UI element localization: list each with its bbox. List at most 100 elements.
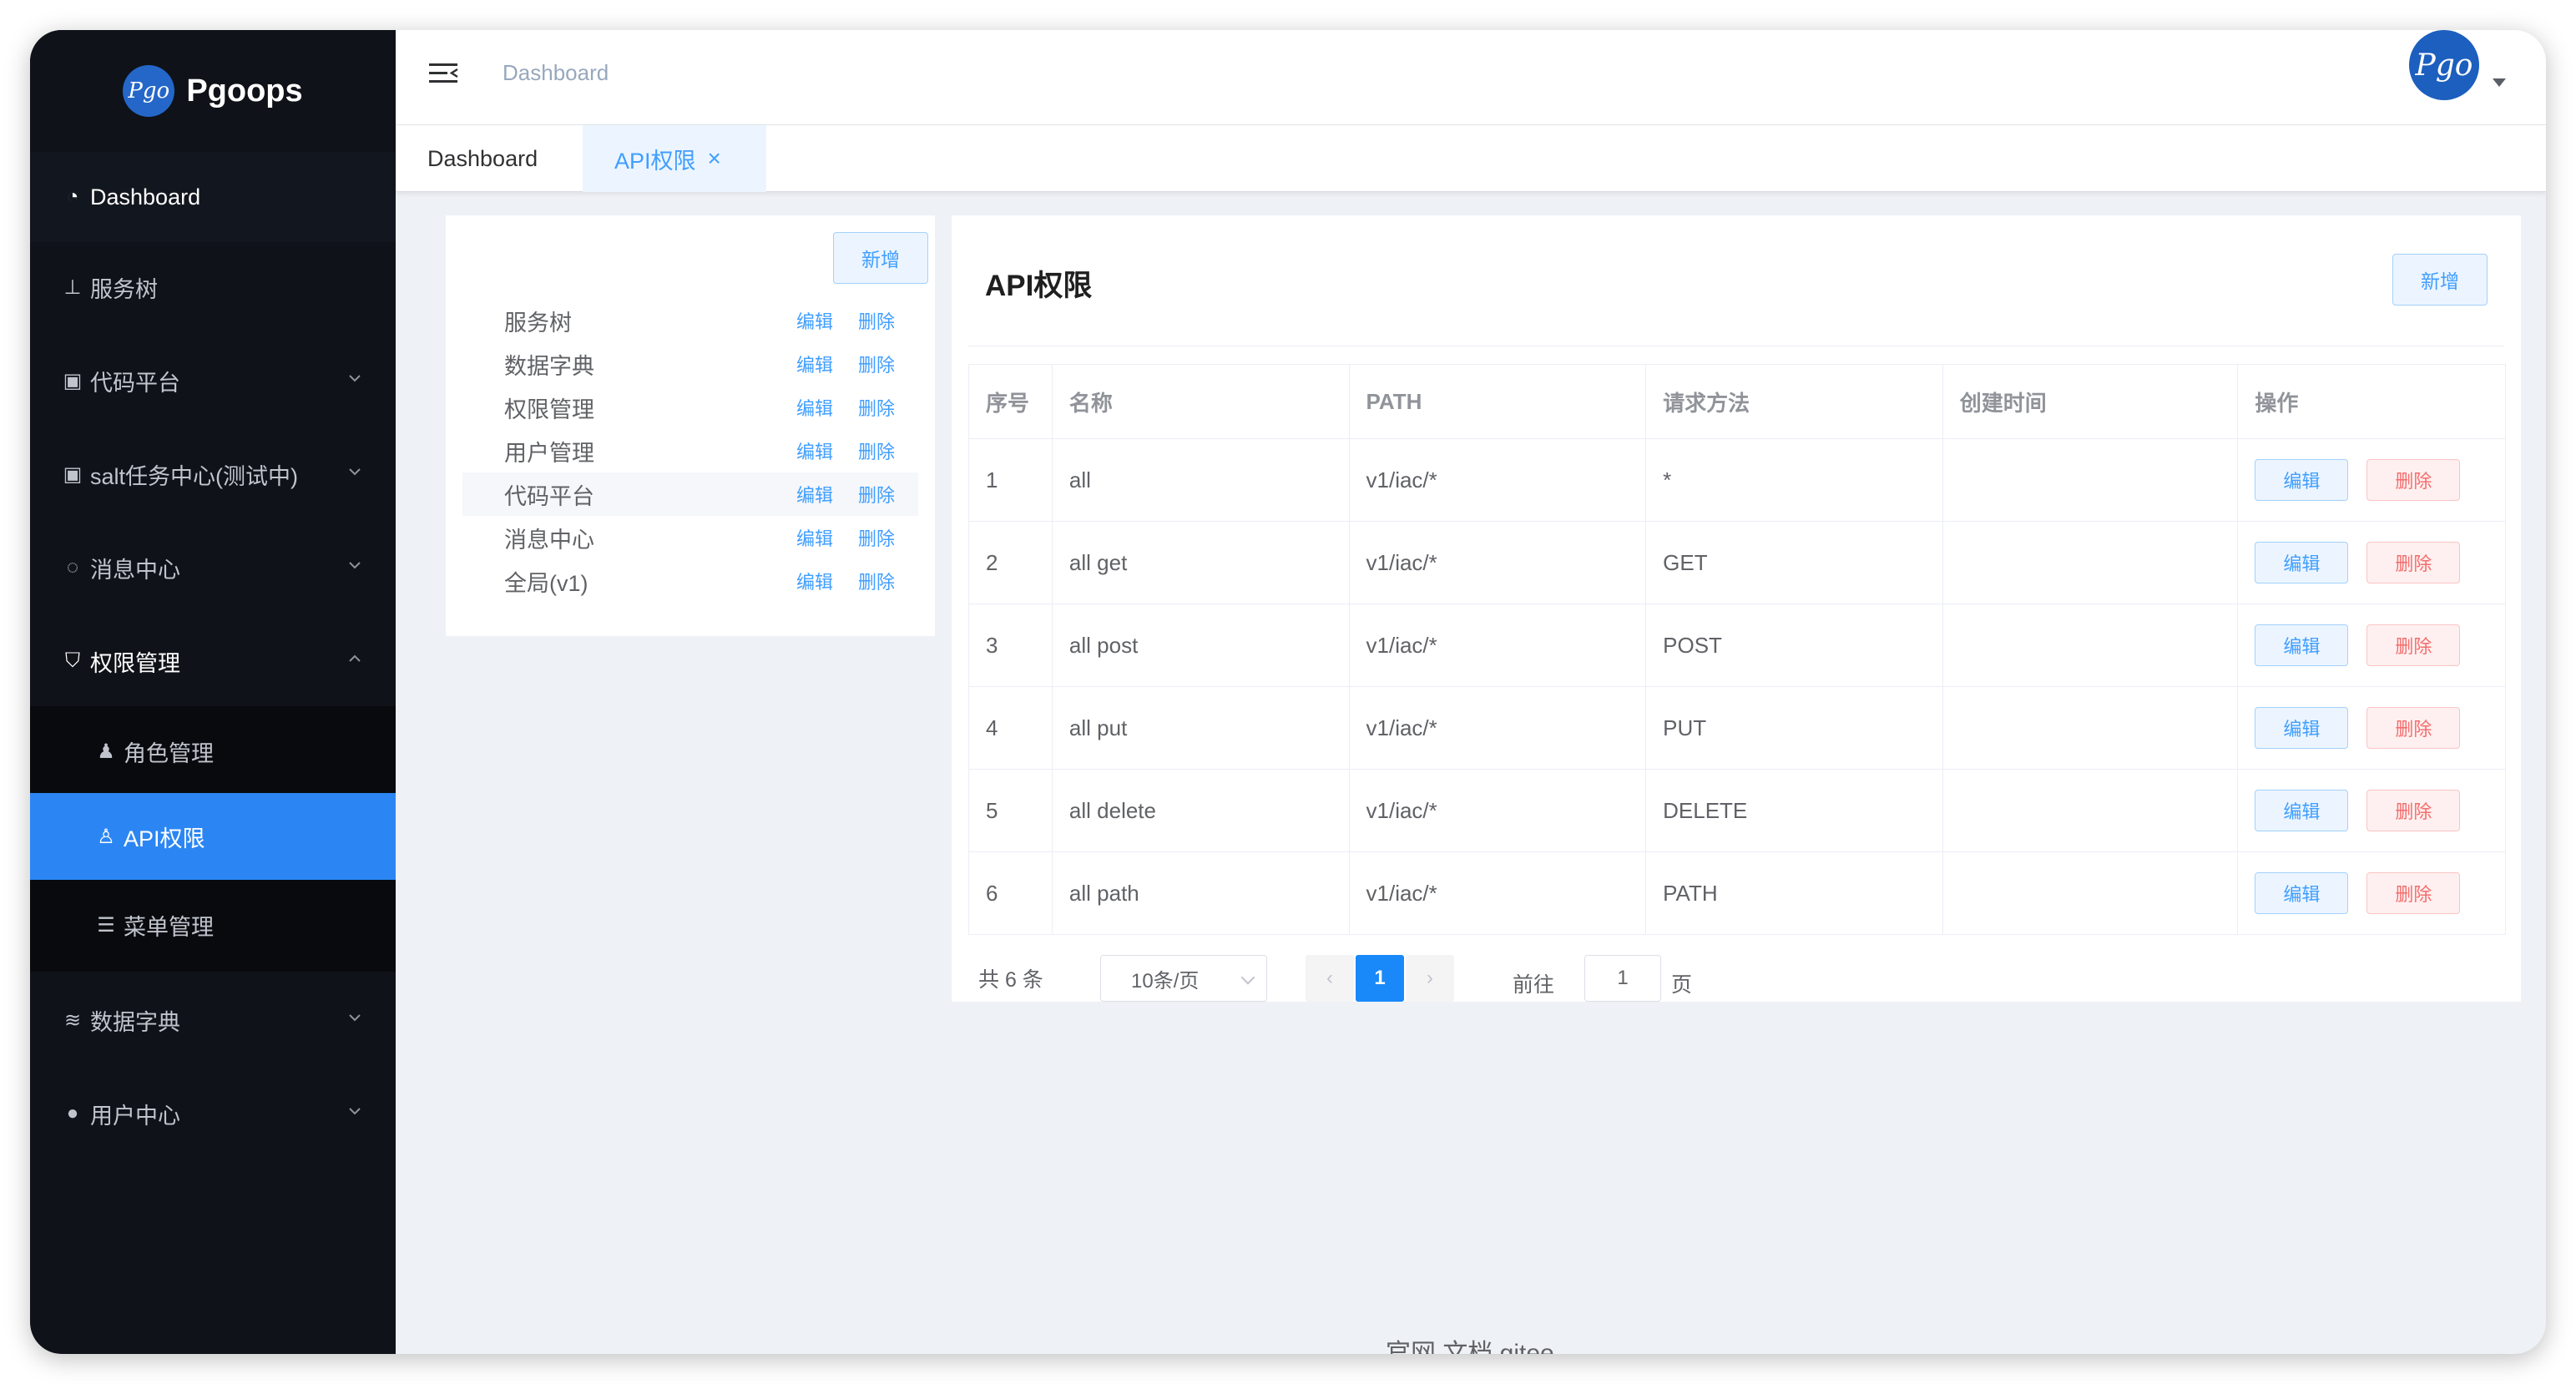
logo[interactable]: Pgo Pgoops: [30, 30, 396, 152]
cell-name: all get: [1053, 522, 1350, 604]
cell-path: v1/iac/*: [1350, 439, 1647, 521]
edit-link[interactable]: 编辑: [796, 481, 833, 508]
tab-label: Dashboard: [427, 145, 538, 171]
tab-api-permissions[interactable]: API权限 ×: [583, 125, 766, 192]
edit-button[interactable]: 编辑: [2255, 542, 2349, 583]
list-item-label: 用户管理: [504, 440, 594, 466]
sidebar-item-service-tree[interactable]: ⊥ 服务树: [30, 242, 396, 332]
sidebar-item-label: 代码平台: [90, 370, 180, 396]
sidebar-item-menu-management[interactable]: ☰ 菜单管理: [30, 880, 396, 970]
sidebar-item-role-management[interactable]: ♟ 角色管理: [30, 706, 396, 796]
cell-created: [1943, 604, 2239, 686]
delete-button[interactable]: 删除: [2366, 707, 2461, 749]
list-item[interactable]: 权限管理 编辑 删除: [462, 386, 918, 429]
sidebar-item-api-permissions[interactable]: ♙ API权限: [30, 793, 396, 880]
delete-link[interactable]: 删除: [858, 351, 895, 377]
logo-mark-icon: Pgo: [123, 65, 175, 117]
delete-link[interactable]: 删除: [858, 307, 895, 334]
sidebar-item-label: 消息中心: [90, 557, 180, 583]
cell-name: all path: [1053, 852, 1350, 934]
list-item[interactable]: 代码平台 编辑 删除: [462, 472, 918, 516]
caret-down-icon[interactable]: [2493, 78, 2506, 87]
sidebar-item-salt-tasks[interactable]: ▣ salt任务中心(测试中): [30, 429, 396, 519]
chevron-down-icon: [1240, 970, 1255, 985]
edit-link[interactable]: 编辑: [796, 568, 833, 594]
user-solid-icon: ●: [66, 1102, 79, 1124]
delete-button[interactable]: 删除: [2366, 624, 2461, 666]
sidebar-item-dashboard[interactable]: ◔ Dashboard: [30, 152, 396, 242]
next-page-button[interactable]: ›: [1406, 955, 1454, 1002]
edit-button[interactable]: 编辑: [2255, 872, 2349, 914]
sidebar: Pgo Pgoops ◔ Dashboard ⊥ 服务树 ▣ 代码平台 ▣ sa…: [30, 30, 396, 1354]
tab-dashboard[interactable]: Dashboard: [396, 125, 583, 192]
chevron-up-icon: [349, 654, 361, 662]
chevron-down-icon: [349, 1108, 361, 1115]
edit-button[interactable]: 编辑: [2255, 790, 2349, 831]
list-item[interactable]: 全局(v1) 编辑 删除: [462, 559, 918, 603]
breadcrumb[interactable]: Dashboard: [503, 60, 609, 86]
delete-link[interactable]: 删除: [858, 481, 895, 508]
chevron-down-icon: [349, 562, 361, 569]
cell-path: v1/iac/*: [1350, 852, 1647, 934]
edit-button[interactable]: 编辑: [2255, 707, 2349, 749]
list-item[interactable]: 消息中心 编辑 删除: [462, 516, 918, 559]
table-row: 1 all v1/iac/* * 编辑 删除: [969, 439, 2505, 522]
edit-button[interactable]: 编辑: [2255, 459, 2349, 501]
list-item-label: 服务树: [504, 310, 572, 336]
close-icon[interactable]: ×: [708, 145, 721, 172]
list-item[interactable]: 用户管理 编辑 删除: [462, 429, 918, 472]
delete-button[interactable]: 删除: [2366, 459, 2461, 501]
cell-id: 4: [969, 687, 1053, 769]
page-title: API权限: [985, 270, 1093, 302]
edit-link[interactable]: 编辑: [796, 437, 833, 464]
table-row: 3 all post v1/iac/* POST 编辑 删除: [969, 604, 2505, 687]
edit-button[interactable]: 编辑: [2255, 624, 2349, 666]
delete-link[interactable]: 删除: [858, 524, 895, 551]
cell-created: [1943, 770, 2239, 851]
edit-link[interactable]: 编辑: [796, 394, 833, 421]
delete-link[interactable]: 删除: [858, 568, 895, 594]
list-item[interactable]: 服务树 编辑 删除: [462, 299, 918, 342]
add-category-button[interactable]: 新增: [833, 232, 928, 284]
delete-button[interactable]: 删除: [2366, 872, 2461, 914]
delete-button[interactable]: 删除: [2366, 790, 2461, 831]
sidebar-item-code-platform[interactable]: ▣ 代码平台: [30, 336, 396, 426]
app-name: Pgoops: [186, 73, 303, 109]
add-api-button[interactable]: 新增: [2392, 254, 2488, 306]
cell-actions: 编辑 删除: [2238, 687, 2505, 769]
document-icon: ▣: [63, 462, 83, 486]
edit-link[interactable]: 编辑: [796, 351, 833, 377]
sitemap-icon: ⊥: [63, 275, 82, 299]
goto-page-input[interactable]: 1: [1584, 955, 1661, 1002]
cell-created: [1943, 522, 2239, 604]
list-item[interactable]: 数据字典 编辑 删除: [462, 342, 918, 386]
edit-link[interactable]: 编辑: [796, 524, 833, 551]
sidebar-item-permissions[interactable]: ⛉ 权限管理: [30, 616, 396, 706]
table-row: 5 all delete v1/iac/* DELETE 编辑 删除: [969, 770, 2505, 852]
cell-actions: 编辑 删除: [2238, 852, 2505, 934]
cell-name: all post: [1053, 604, 1350, 686]
app-window: Pgo Pgoops ◔ Dashboard ⊥ 服务树 ▣ 代码平台 ▣ sa…: [30, 30, 2546, 1354]
sidebar-item-message-center[interactable]: ◌ 消息中心: [30, 523, 396, 613]
sidebar-item-user-center[interactable]: ● 用户中心: [30, 1068, 396, 1159]
table-header: 序号 名称 PATH 请求方法 创建时间 操作: [969, 365, 2505, 439]
sidebar-item-data-dictionary[interactable]: ≋ 数据字典: [30, 975, 396, 1065]
cell-name: all: [1053, 439, 1350, 521]
dashboard-icon: ◔: [66, 185, 79, 208]
cell-id: 3: [969, 604, 1053, 686]
cell-created: [1943, 852, 2239, 934]
delete-link[interactable]: 删除: [858, 437, 895, 464]
user-tie-icon: ♟: [97, 740, 115, 763]
hamburger-icon[interactable]: [429, 62, 459, 87]
delete-button[interactable]: 删除: [2366, 542, 2461, 583]
edit-link[interactable]: 编辑: [796, 307, 833, 334]
footer-links[interactable]: 官网 文档 gitee: [1386, 1332, 1554, 1354]
cell-actions: 编辑 删除: [2238, 439, 2505, 521]
page-size-select[interactable]: 10条/页: [1100, 955, 1267, 1002]
cell-name: all delete: [1053, 770, 1350, 851]
page-number-button[interactable]: 1: [1356, 955, 1404, 1002]
prev-page-button[interactable]: ‹: [1306, 955, 1354, 1002]
avatar[interactable]: Pgo: [2409, 30, 2479, 100]
list-item-label: 全局(v1): [504, 570, 588, 596]
delete-link[interactable]: 删除: [858, 394, 895, 421]
